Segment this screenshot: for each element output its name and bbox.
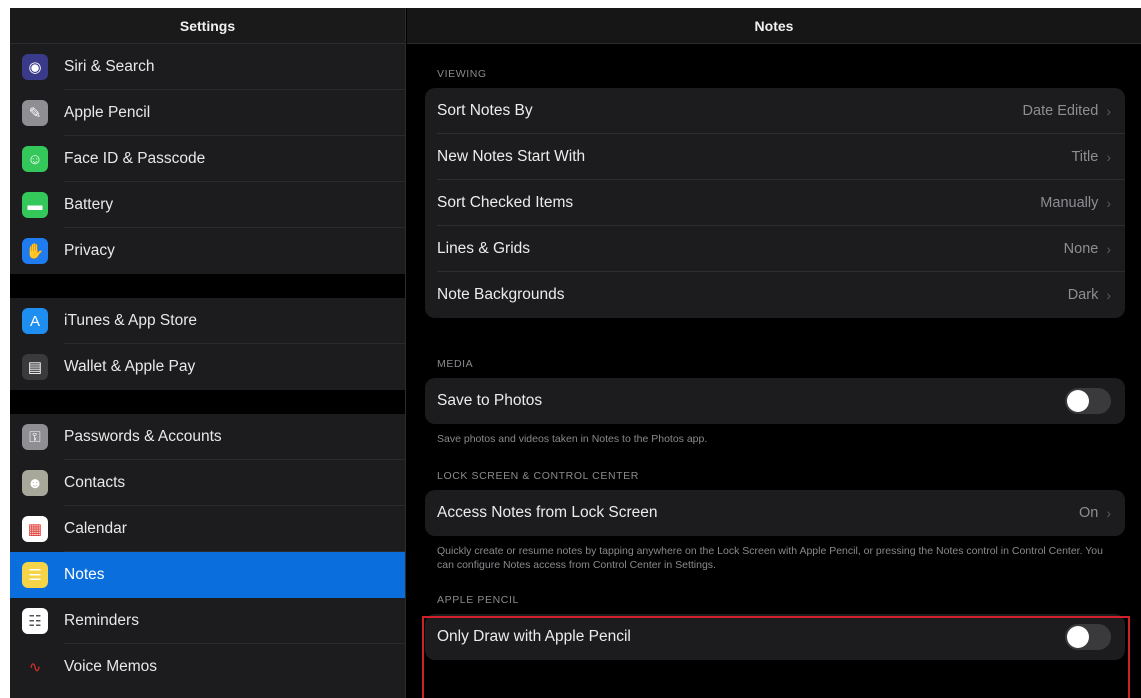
setting-row-sort-checked-items[interactable]: Sort Checked Items Manually › <box>425 180 1125 226</box>
sidebar-item-wallet-apple-pay[interactable]: ▤ Wallet & Apple Pay <box>10 344 405 390</box>
setting-value: None <box>1063 241 1099 257</box>
contacts-icon: ☻ <box>22 470 48 496</box>
sidebar-item-label: Notes <box>64 566 105 583</box>
setting-label: New Notes Start With <box>437 148 586 165</box>
access-notes-row[interactable]: Access Notes from Lock Screen On › <box>425 490 1125 536</box>
chevron-right-icon: › <box>1106 241 1111 257</box>
media-card: Save to Photos <box>425 378 1125 424</box>
hand-icon: ✋ <box>22 238 48 264</box>
chevron-right-icon: › <box>1106 195 1111 211</box>
setting-value: Dark <box>1067 287 1099 303</box>
calendar-icon: ▦ <box>22 516 48 542</box>
sidebar-item-notes[interactable]: ☰ Notes <box>10 552 405 598</box>
reminders-icon: ☷ <box>22 608 48 634</box>
setting-value: Date Edited <box>1022 103 1099 119</box>
save-to-photos-label: Save to Photos <box>437 392 543 409</box>
pencil-card: Only Draw with Apple Pencil <box>425 614 1125 660</box>
chevron-right-icon: › <box>1106 505 1111 521</box>
viewing-section-header: VIEWING <box>437 68 487 80</box>
setting-row-lines-grids[interactable]: Lines & Grids None › <box>425 226 1125 272</box>
sidebar-item-contacts[interactable]: ☻ Contacts <box>10 460 405 506</box>
sidebar-item-voice-memos[interactable]: ∿ Voice Memos <box>10 644 405 690</box>
sidebar-item-siri-search[interactable]: ◉ Siri & Search <box>10 44 405 90</box>
setting-label: Sort Notes By <box>437 102 533 119</box>
setting-label: Lines & Grids <box>437 240 531 257</box>
voice-memos-icon: ∿ <box>22 654 48 680</box>
sidebar-item-label: Calendar <box>64 520 127 537</box>
sidebar-item-face-id-passcode[interactable]: ☺ Face ID & Passcode <box>10 136 405 182</box>
setting-value: Title <box>1071 149 1099 165</box>
save-to-photos-row[interactable]: Save to Photos <box>425 378 1125 424</box>
battery-icon: ▬ <box>22 192 48 218</box>
sidebar-item-passwords-accounts[interactable]: ⚿ Passwords & Accounts <box>10 414 405 460</box>
sidebar-item-label: Contacts <box>64 474 126 491</box>
sidebar-item-battery[interactable]: ▬ Battery <box>10 182 405 228</box>
pencil-icon: ✎ <box>22 100 48 126</box>
setting-row-new-notes-start-with[interactable]: New Notes Start With Title › <box>425 134 1125 180</box>
setting-row-note-backgrounds[interactable]: Note Backgrounds Dark › <box>425 272 1125 318</box>
sidebar-item-label: Battery <box>64 196 114 213</box>
setting-row-sort-notes-by[interactable]: Sort Notes By Date Edited › <box>425 88 1125 134</box>
sidebar-item-apple-pencil[interactable]: ✎ Apple Pencil <box>10 90 405 136</box>
sidebar-item-label: Passwords & Accounts <box>64 428 222 445</box>
settings-screen: Settings ◉ Siri & Search ✎ Apple Pencil ☺ Fac… <box>10 8 1141 698</box>
sidebar-item-label: Siri & Search <box>64 58 155 75</box>
face-id-icon: ☺ <box>22 146 48 172</box>
lock-card: Access Notes from Lock Screen On › <box>425 490 1125 536</box>
media-section-header: MEDIA <box>437 358 474 370</box>
sidebar-item-label: iTunes & App Store <box>64 312 197 329</box>
sidebar-group: ⚿ Passwords & Accounts ☻ Contacts ▦ Calendar ☰… <box>10 414 405 690</box>
pencil-section-header: APPLE PENCIL <box>437 594 519 606</box>
only-draw-row[interactable]: Only Draw with Apple Pencil <box>425 614 1125 660</box>
sidebar-item-calendar[interactable]: ▦ Calendar <box>10 506 405 552</box>
sidebar-list: ◉ Siri & Search ✎ Apple Pencil ☺ Face ID & Pa… <box>10 44 405 690</box>
sidebar-group: ◉ Siri & Search ✎ Apple Pencil ☺ Face ID & Pa… <box>10 44 405 274</box>
chevron-right-icon: › <box>1106 149 1111 165</box>
sidebar-item-itunes-app-store[interactable]: AiTunes & App Store <box>10 298 405 344</box>
setting-label: Note Backgrounds <box>437 286 565 303</box>
lock-footer: Quickly create or resume notes by tappin… <box>437 545 1103 571</box>
lock-section-header: LOCK SCREEN & CONTROL CENTER <box>437 470 639 482</box>
toggle-knob <box>1067 626 1089 648</box>
app-store-icon: A <box>22 308 48 334</box>
access-notes-value: On <box>1078 505 1099 521</box>
sidebar-title: Settings <box>10 8 405 44</box>
toggle-knob <box>1067 390 1089 412</box>
sidebar-item-label: Reminders <box>64 612 139 629</box>
setting-label: Sort Checked Items <box>437 194 574 211</box>
detail-title: Notes <box>407 8 1141 44</box>
sidebar-item-label: Wallet & Apple Pay <box>64 358 196 375</box>
notes-detail-pane: Notes VIEWING Sort Notes By Date Edited › N… <box>407 8 1141 698</box>
viewing-card: Sort Notes By Date Edited › New Notes Start… <box>425 88 1125 318</box>
sidebar: Settings ◉ Siri & Search ✎ Apple Pencil ☺ Fac… <box>10 8 406 698</box>
siri-icon: ◉ <box>22 54 48 80</box>
sidebar-item-privacy[interactable]: ✋ Privacy <box>10 228 405 274</box>
only-draw-label: Only Draw with Apple Pencil <box>437 628 631 645</box>
access-notes-label: Access Notes from Lock Screen <box>437 504 658 521</box>
save-to-photos-toggle[interactable] <box>1065 388 1111 414</box>
group-spacer <box>10 390 405 414</box>
chevron-right-icon: › <box>1106 287 1111 303</box>
sidebar-item-label: Privacy <box>64 242 115 259</box>
key-icon: ⚿ <box>22 424 48 450</box>
chevron-right-icon: › <box>1106 103 1111 119</box>
sidebar-item-label: Face ID & Passcode <box>64 150 206 167</box>
only-draw-toggle[interactable] <box>1065 624 1111 650</box>
setting-value: Manually <box>1040 195 1099 211</box>
media-footer: Save photos and videos taken in Notes to… <box>437 433 708 445</box>
group-spacer <box>10 274 405 298</box>
sidebar-item-label: Apple Pencil <box>64 104 151 121</box>
sidebar-group: AiTunes & App Store ▤ Wallet & Apple Pay <box>10 298 405 390</box>
sidebar-item-reminders[interactable]: ☷ Reminders <box>10 598 405 644</box>
notes-icon: ☰ <box>22 562 48 588</box>
wallet-icon: ▤ <box>22 354 48 380</box>
sidebar-item-label: Voice Memos <box>64 658 158 675</box>
